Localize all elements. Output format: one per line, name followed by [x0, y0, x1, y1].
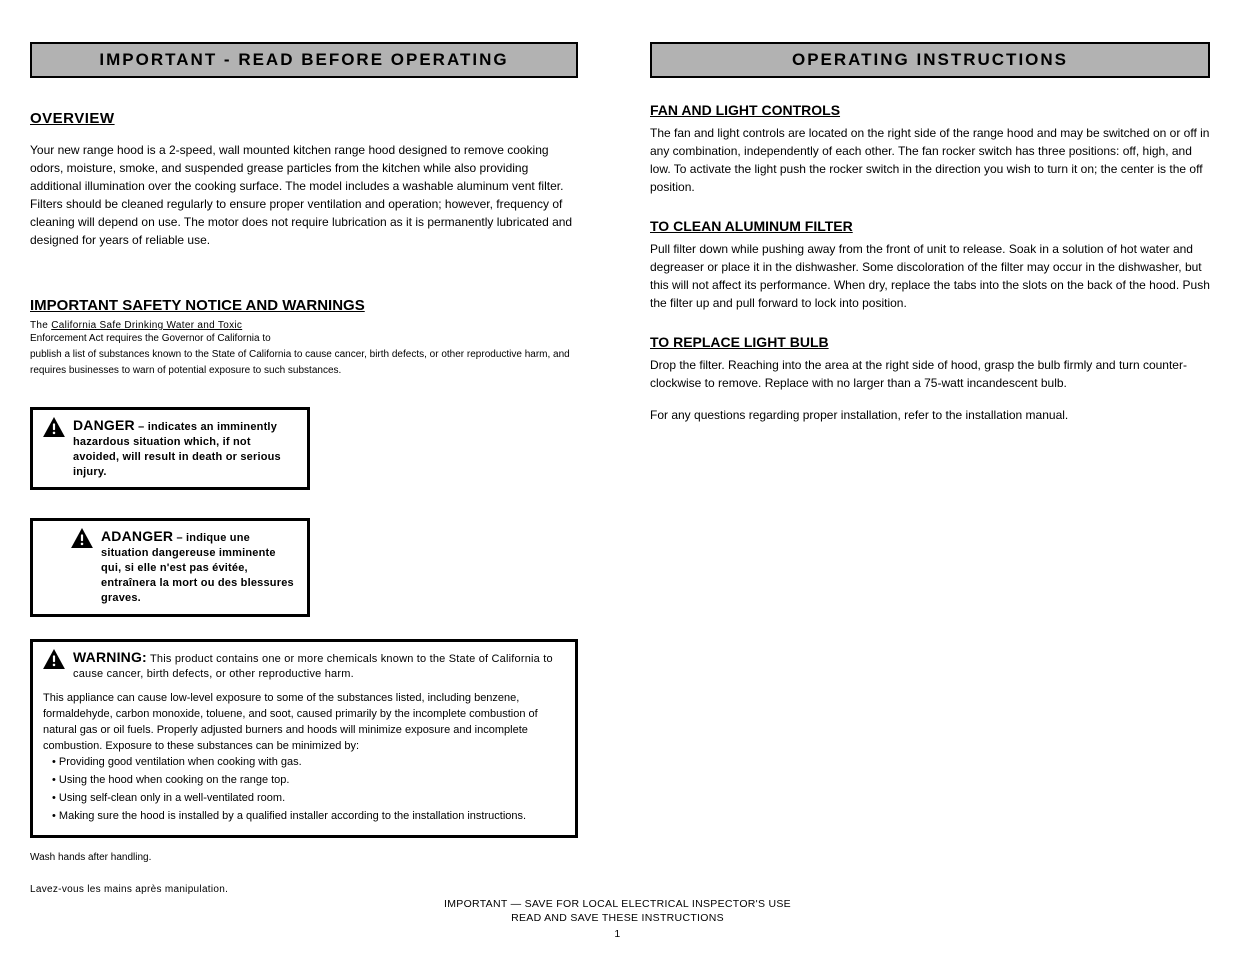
notice-sub-underlined: California Safe Drinking Water and Toxic	[51, 320, 242, 331]
warning-head-text: WARNING: This product contains one or mo…	[73, 648, 565, 682]
fan-light-body: The fan and light controls are located o…	[650, 124, 1210, 196]
clean-filter-block: TO CLEAN ALUMINUM FILTER Pull filter dow…	[650, 218, 1210, 312]
page-footer: IMPORTANT — SAVE FOR LOCAL ELECTRICAL IN…	[0, 898, 1235, 940]
notice-line-1: Enforcement Act requires the Governor of…	[30, 331, 578, 347]
overview-title: OVERVIEW	[30, 110, 578, 127]
safety-notice-title: IMPORTANT SAFETY NOTICE AND WARNINGS	[30, 297, 578, 314]
danger-box: DANGER – indicates an imminently hazardo…	[30, 407, 310, 490]
warning-lead: WARNING:	[73, 649, 147, 665]
page-number: 1	[0, 928, 1235, 940]
warning-box: WARNING: This product contains one or mo…	[30, 639, 578, 838]
clean-filter-title: TO CLEAN ALUMINUM FILTER	[650, 218, 1210, 234]
additions-sub: Lavez-vous les mains après manipulation.	[30, 884, 578, 895]
left-column: IMPORTANT - READ BEFORE OPERATING OVERVI…	[30, 42, 578, 895]
additions-line: Wash hands after handling.	[30, 850, 578, 866]
important-header-text: IMPORTANT - READ BEFORE OPERATING	[99, 50, 508, 70]
warning-item: • Using self-clean only in a well-ventil…	[43, 791, 565, 807]
notice-line-2: publish a list of substances known to th…	[30, 347, 578, 379]
warning-list: • Providing good ventilation when cookin…	[43, 755, 565, 825]
footer-line-1: IMPORTANT — SAVE FOR LOCAL ELECTRICAL IN…	[0, 898, 1235, 910]
footer-line-2: READ AND SAVE THESE INSTRUCTIONS	[0, 912, 1235, 924]
warning-pre: This appliance can cause low-level expos…	[43, 691, 565, 755]
operating-header-text: OPERATING INSTRUCTIONS	[792, 50, 1068, 70]
warning-item: • Using the hood when cooking on the ran…	[43, 773, 565, 789]
overview-body: Your new range hood is a 2-speed, wall m…	[30, 141, 578, 249]
safety-notice-sub: The California Safe Drinking Water and T…	[30, 320, 578, 331]
replace-bulb-body: Drop the filter. Reaching into the area …	[650, 356, 1210, 392]
warning-triangle-icon	[43, 649, 65, 674]
warning-item: • Making sure the hood is installed by a…	[43, 809, 565, 825]
notice-line-1-plain: requires the Governor of California to	[103, 333, 270, 344]
adanger-text: ADANGER – indique une situation dangereu…	[101, 527, 297, 605]
warning-item: • Providing good ventilation when cookin…	[43, 755, 565, 771]
refer-line: For any questions regarding proper insta…	[650, 406, 1210, 424]
notice-sub-plain: The	[30, 320, 51, 331]
right-column: OPERATING INSTRUCTIONS FAN AND LIGHT CON…	[650, 42, 1210, 895]
replace-bulb-block: TO REPLACE LIGHT BULB Drop the filter. R…	[650, 334, 1210, 392]
operating-header: OPERATING INSTRUCTIONS	[650, 42, 1210, 78]
clean-filter-body: Pull filter down while pushing away from…	[650, 240, 1210, 312]
replace-bulb-title: TO REPLACE LIGHT BULB	[650, 334, 1210, 350]
danger-text: DANGER – indicates an imminently hazardo…	[73, 416, 297, 479]
important-header: IMPORTANT - READ BEFORE OPERATING	[30, 42, 578, 78]
warning-triangle-icon	[71, 528, 93, 553]
danger-lead: DANGER	[73, 417, 135, 433]
adanger-box: ADANGER – indique une situation dangereu…	[30, 518, 310, 616]
fan-light-title: FAN AND LIGHT CONTROLS	[650, 102, 1210, 118]
warning-triangle-icon	[43, 417, 65, 442]
fan-light-block: FAN AND LIGHT CONTROLS The fan and light…	[650, 102, 1210, 196]
adanger-lead: ADANGER	[101, 528, 173, 544]
notice-line-1-under: Enforcement Act	[30, 333, 103, 344]
warning-body: This appliance can cause low-level expos…	[43, 691, 565, 825]
